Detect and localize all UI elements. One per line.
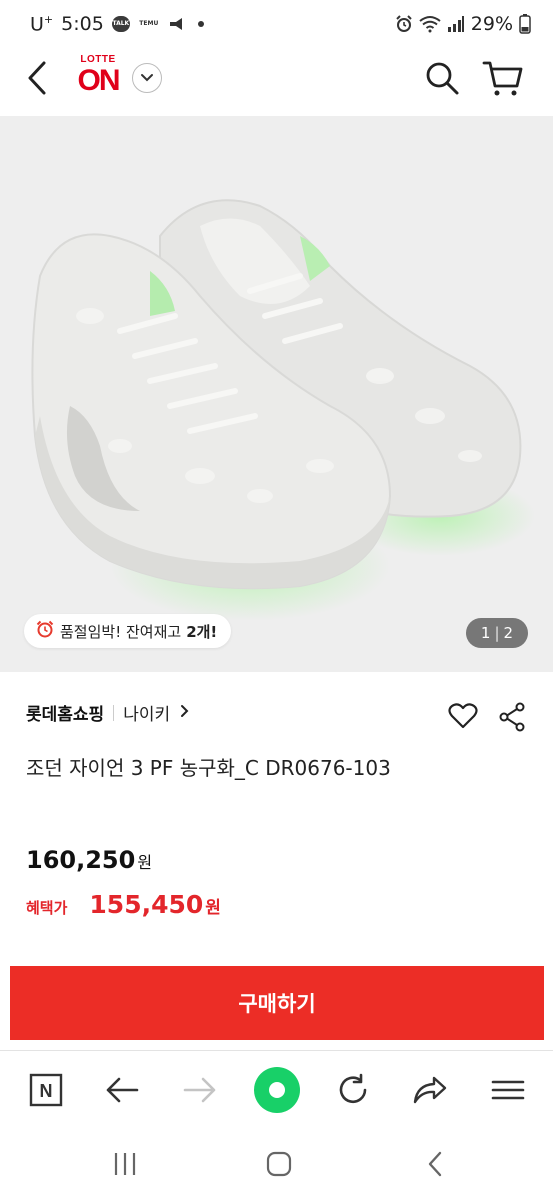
buy-button[interactable]: 구매하기 <box>10 966 544 1040</box>
low-stock-badge: 품절임박! 잔여재고 2개! <box>24 614 232 648</box>
current-page: 1 <box>480 624 491 642</box>
alarm-icon <box>395 15 413 33</box>
clock-time: 5:05 <box>61 12 104 35</box>
low-stock-count: 2개! <box>186 622 218 641</box>
benefit-price: 155,450 <box>89 890 204 919</box>
benefit-price-row: 혜택가 155,450 원 <box>26 890 221 919</box>
kakaotalk-notification-icon: TALK <box>111 15 130 32</box>
arrow-right-icon <box>183 1077 216 1103</box>
product-photo-sneakers <box>31 199 535 621</box>
benefit-label: 혜택가 <box>26 899 68 917</box>
seller-brand-row: 롯데홈쇼핑 나이키 <box>26 700 190 725</box>
back-button[interactable] <box>20 58 56 98</box>
share-button[interactable] <box>498 702 526 732</box>
price-unit: 원 <box>137 853 153 872</box>
wifi-icon <box>419 15 441 33</box>
divider <box>113 704 115 721</box>
original-price: 160,250 <box>26 846 136 874</box>
carrier-text: U <box>30 13 44 36</box>
home-icon <box>266 1151 292 1177</box>
menu-icon <box>491 1080 525 1100</box>
share-icon <box>499 702 525 732</box>
status-bar: U+ 5:05 TALK TEMU 29% <box>0 0 553 48</box>
browser-share-button[interactable] <box>410 1071 450 1109</box>
back-icon <box>28 61 46 95</box>
signal-icon <box>447 15 465 33</box>
carrier-label: U+ <box>30 13 53 35</box>
recent-apps-button[interactable] <box>110 1150 140 1178</box>
battery-percent: 29% <box>470 13 513 35</box>
system-navigation-bar <box>0 1130 553 1200</box>
total-pages: 2 <box>503 624 514 642</box>
reload-button[interactable] <box>333 1071 373 1109</box>
system-home-button[interactable] <box>264 1150 294 1178</box>
megaphone-icon <box>168 16 186 32</box>
n-box-icon: N <box>29 1073 63 1107</box>
browser-menu-button[interactable] <box>488 1071 528 1109</box>
home-dot-icon <box>269 1082 285 1098</box>
benefit-price-unit: 원 <box>205 898 221 918</box>
search-icon <box>426 62 459 95</box>
product-title: 조던 자이언 3 PF 농구화_C DR0676-103 <box>26 756 391 780</box>
chevron-down-icon <box>141 74 153 82</box>
status-right: 29% <box>395 13 531 35</box>
system-back-button[interactable] <box>420 1150 450 1178</box>
low-stock-text: 품절임박! 잔여재고 <box>60 622 182 641</box>
service-dropdown-button[interactable] <box>132 63 162 93</box>
browser-home-button[interactable] <box>254 1067 300 1113</box>
share-arrow-icon <box>413 1076 447 1104</box>
more-notifications-dot <box>197 20 204 27</box>
reload-icon <box>339 1073 367 1104</box>
chevron-right-icon[interactable] <box>180 703 190 723</box>
logo-on-text: ON <box>77 64 121 97</box>
brand-link[interactable]: 나이키 <box>123 700 170 725</box>
cart-button[interactable] <box>482 58 524 98</box>
cart-icon <box>482 61 523 96</box>
arrow-left-icon <box>106 1077 139 1103</box>
n-letter: N <box>40 1081 53 1101</box>
browser-toolbar: N <box>0 1050 553 1128</box>
page-separator: | <box>494 624 500 642</box>
battery-icon <box>519 14 531 34</box>
price-row: 160,250 원 <box>26 846 152 874</box>
back-icon <box>428 1151 442 1177</box>
alarm-clock-icon <box>36 620 54 642</box>
like-button[interactable] <box>448 702 478 730</box>
recent-apps-icon <box>114 1153 136 1175</box>
naver-button[interactable]: N <box>26 1071 66 1109</box>
carrier-sup: + <box>43 12 54 26</box>
browser-forward-button[interactable] <box>180 1071 220 1109</box>
image-page-indicator: 1 | 2 <box>466 618 528 648</box>
temu-notification-icon: TEMU <box>139 20 159 28</box>
heart-icon <box>448 703 478 729</box>
search-button[interactable] <box>424 60 460 96</box>
browser-back-button[interactable] <box>102 1071 142 1109</box>
app-header: LOTTE ON <box>0 48 553 114</box>
product-image-gallery[interactable]: 품절임박! 잔여재고 2개! 1 | 2 <box>0 116 553 672</box>
status-left: U+ 5:05 TALK TEMU <box>30 13 204 35</box>
seller-name[interactable]: 롯데홈쇼핑 <box>26 700 104 725</box>
lotte-on-logo[interactable]: LOTTE ON <box>72 54 124 100</box>
